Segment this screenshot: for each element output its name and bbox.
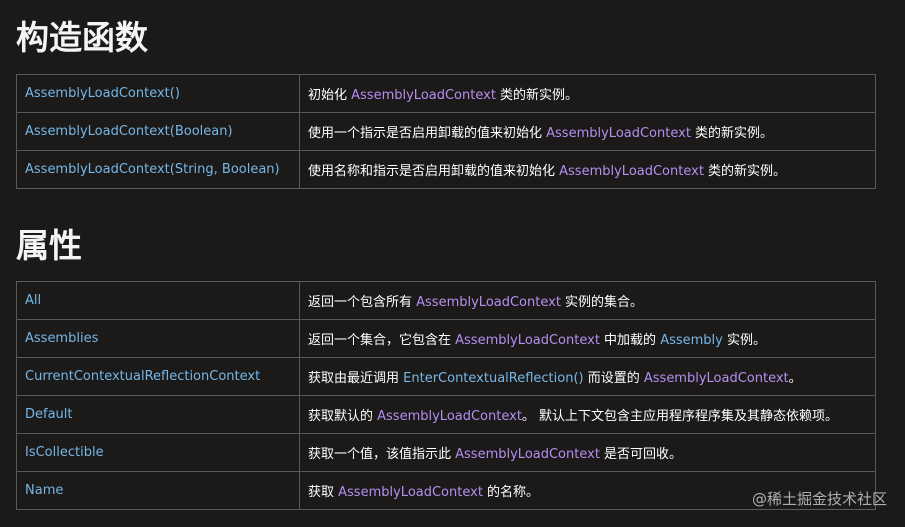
table-row: AssemblyLoadContext(Boolean) 使用一个指示是否启用卸…	[16, 112, 876, 151]
type-link[interactable]: AssemblyLoadContext	[416, 295, 561, 310]
property-link[interactable]: All	[16, 281, 300, 320]
property-description: 返回一个集合，它包含在 AssemblyLoadContext 中加载的 Ass…	[299, 319, 876, 358]
description-text: 获取默认的	[308, 409, 378, 424]
property-link[interactable]: IsCollectible	[16, 433, 300, 472]
description-text: 。	[788, 371, 802, 386]
constructors-heading: 构造函数	[16, 18, 148, 57]
table-row: AssemblyLoadContext(String, Boolean) 使用名…	[16, 150, 876, 189]
table-row: CurrentContextualReflectionContext 获取由最近…	[16, 357, 876, 396]
property-link[interactable]: Assemblies	[16, 319, 300, 358]
description-text: 使用名称和指示是否启用卸载的值来初始化	[308, 164, 560, 179]
description-text: 实例。	[722, 333, 766, 348]
table-row: All 返回一个包含所有 AssemblyLoadContext 实例的集合。	[16, 281, 876, 320]
description-text: 类的新实例。	[495, 88, 579, 103]
property-link[interactable]: Name	[16, 471, 300, 510]
property-description: 获取一个值，该值指示此 AssemblyLoadContext 是否可回收。	[299, 433, 876, 472]
docs-page: 构造函数 AssemblyLoadContext() 初始化 AssemblyL…	[0, 0, 905, 527]
description-text: 类的新实例。	[690, 126, 774, 141]
type-link[interactable]: AssemblyLoadContext	[377, 409, 522, 424]
description-text: 类的新实例。	[703, 164, 787, 179]
type-link[interactable]: AssemblyLoadContext	[455, 333, 600, 348]
property-link[interactable]: CurrentContextualReflectionContext	[16, 357, 300, 396]
property-link[interactable]: Default	[16, 395, 300, 434]
description-text: 返回一个集合，它包含在	[308, 333, 456, 348]
type-link[interactable]: AssemblyLoadContext	[546, 126, 691, 141]
table-row: Default 获取默认的 AssemblyLoadContext。 默认上下文…	[16, 395, 876, 434]
type-link[interactable]: AssemblyLoadContext	[338, 485, 483, 500]
type-link[interactable]: AssemblyLoadContext	[351, 88, 496, 103]
properties-heading: 属性	[16, 226, 82, 265]
description-text: 使用一个指示是否启用卸载的值来初始化	[308, 126, 547, 141]
description-text: 获取	[308, 485, 339, 500]
property-description: 返回一个包含所有 AssemblyLoadContext 实例的集合。	[299, 281, 876, 320]
constructor-link[interactable]: AssemblyLoadContext(Boolean)	[16, 112, 300, 151]
constructor-description: 初始化 AssemblyLoadContext 类的新实例。	[299, 74, 876, 113]
type-link[interactable]: AssemblyLoadContext	[559, 164, 704, 179]
property-description: 获取由最近调用 EnterContextualReflection() 而设置的…	[299, 357, 876, 396]
constructors-table: AssemblyLoadContext() 初始化 AssemblyLoadCo…	[16, 74, 876, 189]
type-link[interactable]: AssemblyLoadContext	[644, 371, 789, 386]
description-text: 是否可回收。	[599, 447, 683, 462]
constructor-link[interactable]: AssemblyLoadContext()	[16, 74, 300, 113]
table-row: Name 获取 AssemblyLoadContext 的名称。	[16, 471, 876, 510]
description-text: 获取由最近调用	[308, 371, 404, 386]
table-row: AssemblyLoadContext() 初始化 AssemblyLoadCo…	[16, 74, 876, 113]
constructor-description: 使用一个指示是否启用卸载的值来初始化 AssemblyLoadContext 类…	[299, 112, 876, 151]
method-link[interactable]: EnterContextualReflection()	[403, 371, 583, 386]
table-row: Assemblies 返回一个集合，它包含在 AssemblyLoadConte…	[16, 319, 876, 358]
description-text: 实例的集合。	[560, 295, 644, 310]
description-text: 初始化	[308, 88, 352, 103]
description-text: 中加载的	[599, 333, 661, 348]
watermark: @稀土掘金技术社区	[751, 490, 887, 508]
description-text: 而设置的	[583, 371, 644, 386]
description-text: 。 默认上下文包含主应用程序程序集及其静态依赖项。	[521, 409, 839, 424]
constructor-link[interactable]: AssemblyLoadContext(String, Boolean)	[16, 150, 300, 189]
type-link[interactable]: AssemblyLoadContext	[455, 447, 600, 462]
description-text: 的名称。	[482, 485, 540, 500]
constructor-description: 使用名称和指示是否启用卸载的值来初始化 AssemblyLoadContext …	[299, 150, 876, 189]
type-link[interactable]: Assembly	[660, 333, 723, 348]
description-text: 返回一个包含所有	[308, 295, 417, 310]
properties-table: All 返回一个包含所有 AssemblyLoadContext 实例的集合。 …	[16, 281, 876, 510]
property-description: 获取默认的 AssemblyLoadContext。 默认上下文包含主应用程序程…	[299, 395, 876, 434]
table-row: IsCollectible 获取一个值，该值指示此 AssemblyLoadCo…	[16, 433, 876, 472]
description-text: 获取一个值，该值指示此	[308, 447, 456, 462]
